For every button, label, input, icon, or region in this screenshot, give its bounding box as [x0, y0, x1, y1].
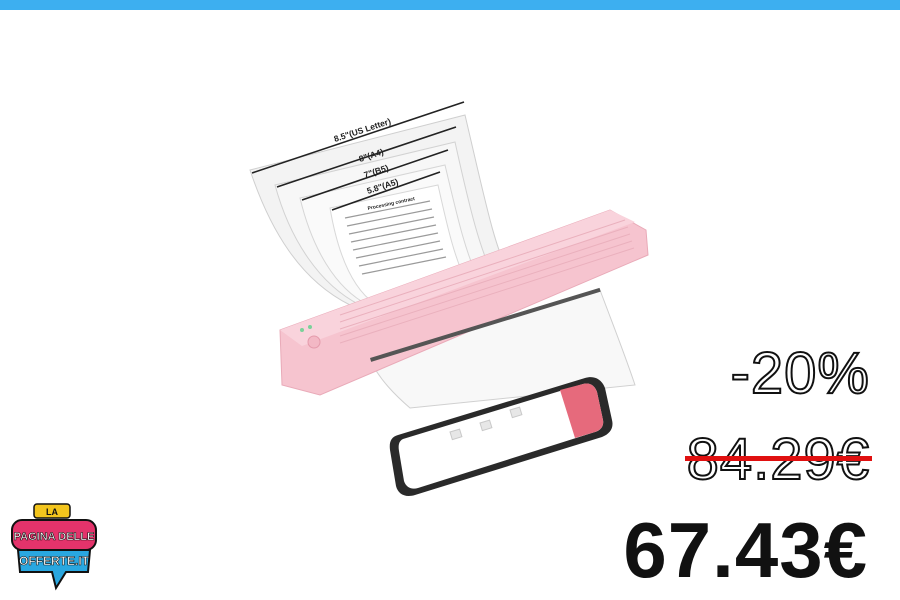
strikethrough-line [684, 456, 872, 461]
logo-line-3: OFFERTE.IT [19, 554, 90, 568]
site-logo: LA PAGINA DELLE OFFERTE.IT [11, 503, 97, 591]
logo-line-2: PAGINA DELLE [14, 531, 95, 543]
product-image: 8.5"(US Letter) 8"(A4) 7"(B5) 5.8"(A5) P… [249, 101, 649, 496]
new-price: 67.43€ [623, 506, 868, 594]
top-accent-bar [0, 0, 900, 10]
discount-badge: -20% [730, 340, 870, 407]
logo-line-1: LA [46, 507, 58, 517]
old-price-container: 84.29€ [684, 427, 872, 493]
